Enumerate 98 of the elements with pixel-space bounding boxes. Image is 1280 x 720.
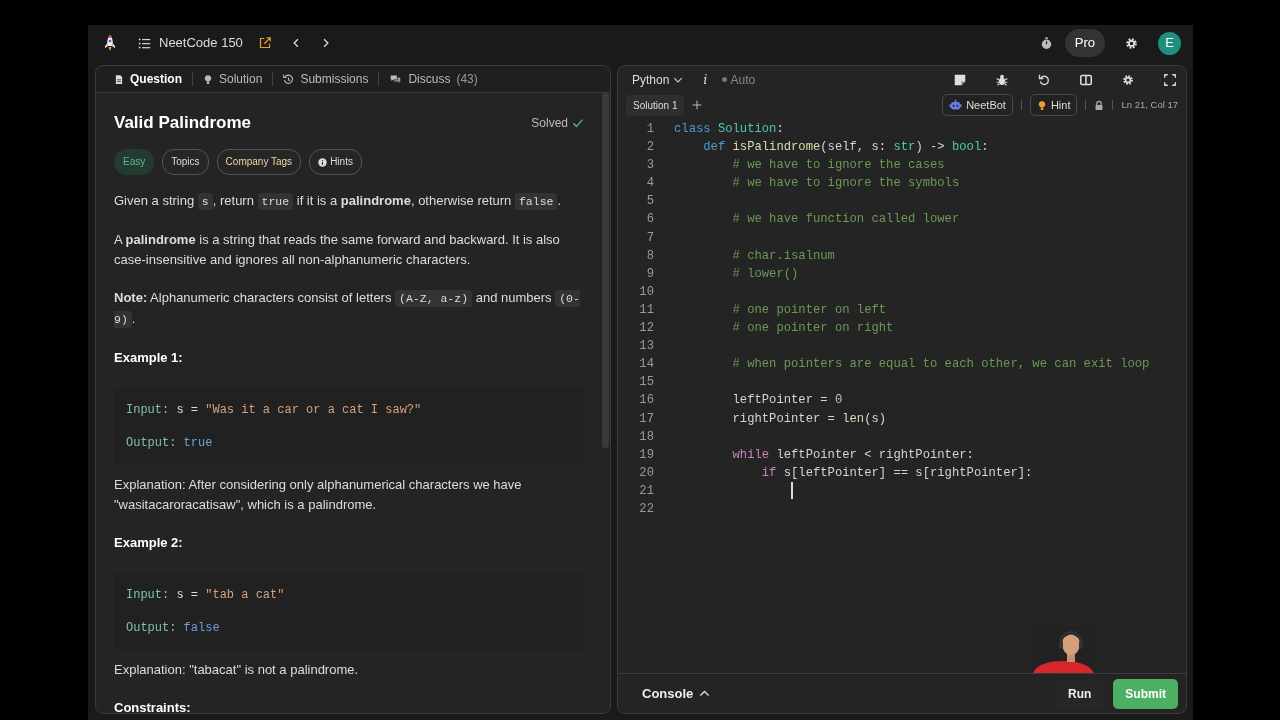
external-link-button[interactable] [258,37,271,49]
undo-icon [1038,73,1050,86]
code-line: while leftPointer < rightPointer: [731,446,974,464]
difficulty-badge: Easy [114,149,155,176]
plus-icon [692,100,703,110]
notes-button[interactable] [954,73,966,86]
code-line: # we have to ignore the symbols [731,175,960,193]
code-line: # one pointer on left [731,301,887,319]
line-number: 7 [645,229,654,247]
line-number: 14 [638,356,654,374]
code-line: leftPointer = 0 [731,392,843,410]
problem-list-button[interactable]: NeetCode 150 [138,33,243,53]
add-tab-button[interactable] [692,100,703,110]
history-icon [283,73,295,85]
hints-button[interactable]: Hints [309,149,362,176]
fullscreen-button[interactable] [1164,73,1176,86]
bug-icon [996,73,1008,86]
list-icon [138,36,151,50]
code-line: class Solution: [674,121,784,138]
pro-button[interactable]: Pro [1064,29,1105,57]
code-line: if s[leftPointer] == s[rightPointer]: [760,464,1033,482]
code-line: # char.isalnum [731,247,835,265]
layout-button[interactable] [1080,73,1092,86]
line-number: 9 [645,265,654,283]
section-heading: Constraints: [114,699,192,713]
code-line: # we have to ignore the cases [731,157,945,175]
line-number: 4 [645,175,654,193]
settings-icon [1122,73,1134,86]
lock-icon [1094,99,1105,111]
lightbulb-icon [1036,99,1047,111]
section-heading: Example 2: [114,534,184,553]
settings-icon [1125,36,1138,50]
line-number: 18 [638,428,654,446]
line-number: 10 [638,283,654,301]
console-button[interactable]: Console [642,683,711,704]
scrollbar[interactable] [602,93,609,448]
code-line: rightPointer = len(s) [731,410,887,428]
tab[interactable]: Submissions [273,72,380,86]
note-icon [954,73,966,86]
chat-icon [389,73,403,85]
neetbot-button[interactable]: NeetBot [942,93,1013,117]
info-button[interactable]: i [703,69,708,90]
check-icon [572,117,584,130]
line-number: 11 [638,301,654,319]
hint-button[interactable]: Hint [1029,93,1078,117]
line-number: 15 [638,374,654,392]
code-line: # lower() [731,265,799,283]
debug-button[interactable] [996,73,1008,86]
split-view-icon [1080,73,1092,86]
line-number: 1 [645,121,654,138]
line-number: 2 [645,139,654,157]
line-number: 16 [638,392,654,410]
lightbulb-icon [203,73,213,85]
solution-tab[interactable]: Solution 1 [626,94,685,116]
code-line: # when pointers are equal to each other, we can exit loop [731,356,1150,374]
code-line: # we have function called lower [731,211,960,229]
settings-button[interactable] [1125,36,1138,50]
line-number: 3 [645,157,654,175]
paragraph: Explanation: "tabacat" is not a palindrome. [114,661,360,680]
document-icon [114,73,124,85]
line-number: 22 [638,500,654,518]
tab[interactable]: Question [104,72,193,86]
line-number: 21 [638,482,654,500]
language-dropdown[interactable]: Python [632,70,684,89]
paragraph: Explanation: After considering only alphanumerical characters we have "wasitacaroracatisaw", which is a palindrome. [114,476,523,515]
timer-button[interactable] [1039,36,1053,50]
avatar[interactable]: E [1158,31,1181,55]
code-line: def isPalindrome(self, s: str) -> bool: [702,139,989,157]
info-icon [318,157,328,167]
line-number: 5 [645,193,654,211]
paragraph: Note: Alphanumeric characters consist of letters (A-Z, a-z) and numbers (0-9) . [114,289,581,331]
line-number: 20 [638,464,654,482]
tab[interactable]: Discuss (43) [379,72,488,86]
section-heading: Example 1: [114,349,184,368]
mode-label: Auto [730,71,756,89]
fullscreen-icon [1164,73,1176,86]
line-number: 19 [638,446,654,464]
problem-title: Valid Palindrome [114,113,251,134]
paragraph: Given a string s , return true if it is a palindrome, otherwise return false . [114,192,563,213]
status-text: Solved [531,115,568,133]
line-number: 13 [638,338,654,356]
line-number: 12 [638,320,654,338]
tab[interactable]: Solution [193,72,274,86]
code-line: # one pointer on right [731,320,894,338]
line-number: 6 [645,211,654,229]
stopwatch-icon [1039,36,1053,50]
chevron-up-icon [699,688,711,699]
robot-icon [949,99,963,111]
external-link-icon [258,37,271,49]
editor-settings-button[interactable] [1122,73,1134,86]
line-number: 17 [638,410,654,428]
paragraph: A palindrome is a string that reads the same forward and backward. It is also case-insensitive and ignores all non-alphanumeric characters. [114,231,561,270]
cursor-position: Ln 21, Col 17 [1121,97,1178,112]
topics-button[interactable]: Topics [162,149,209,176]
company-tags-button[interactable]: Company Tags [216,149,302,176]
reset-button[interactable] [1038,73,1050,86]
dot-icon [721,77,727,82]
line-number: 8 [645,247,654,265]
